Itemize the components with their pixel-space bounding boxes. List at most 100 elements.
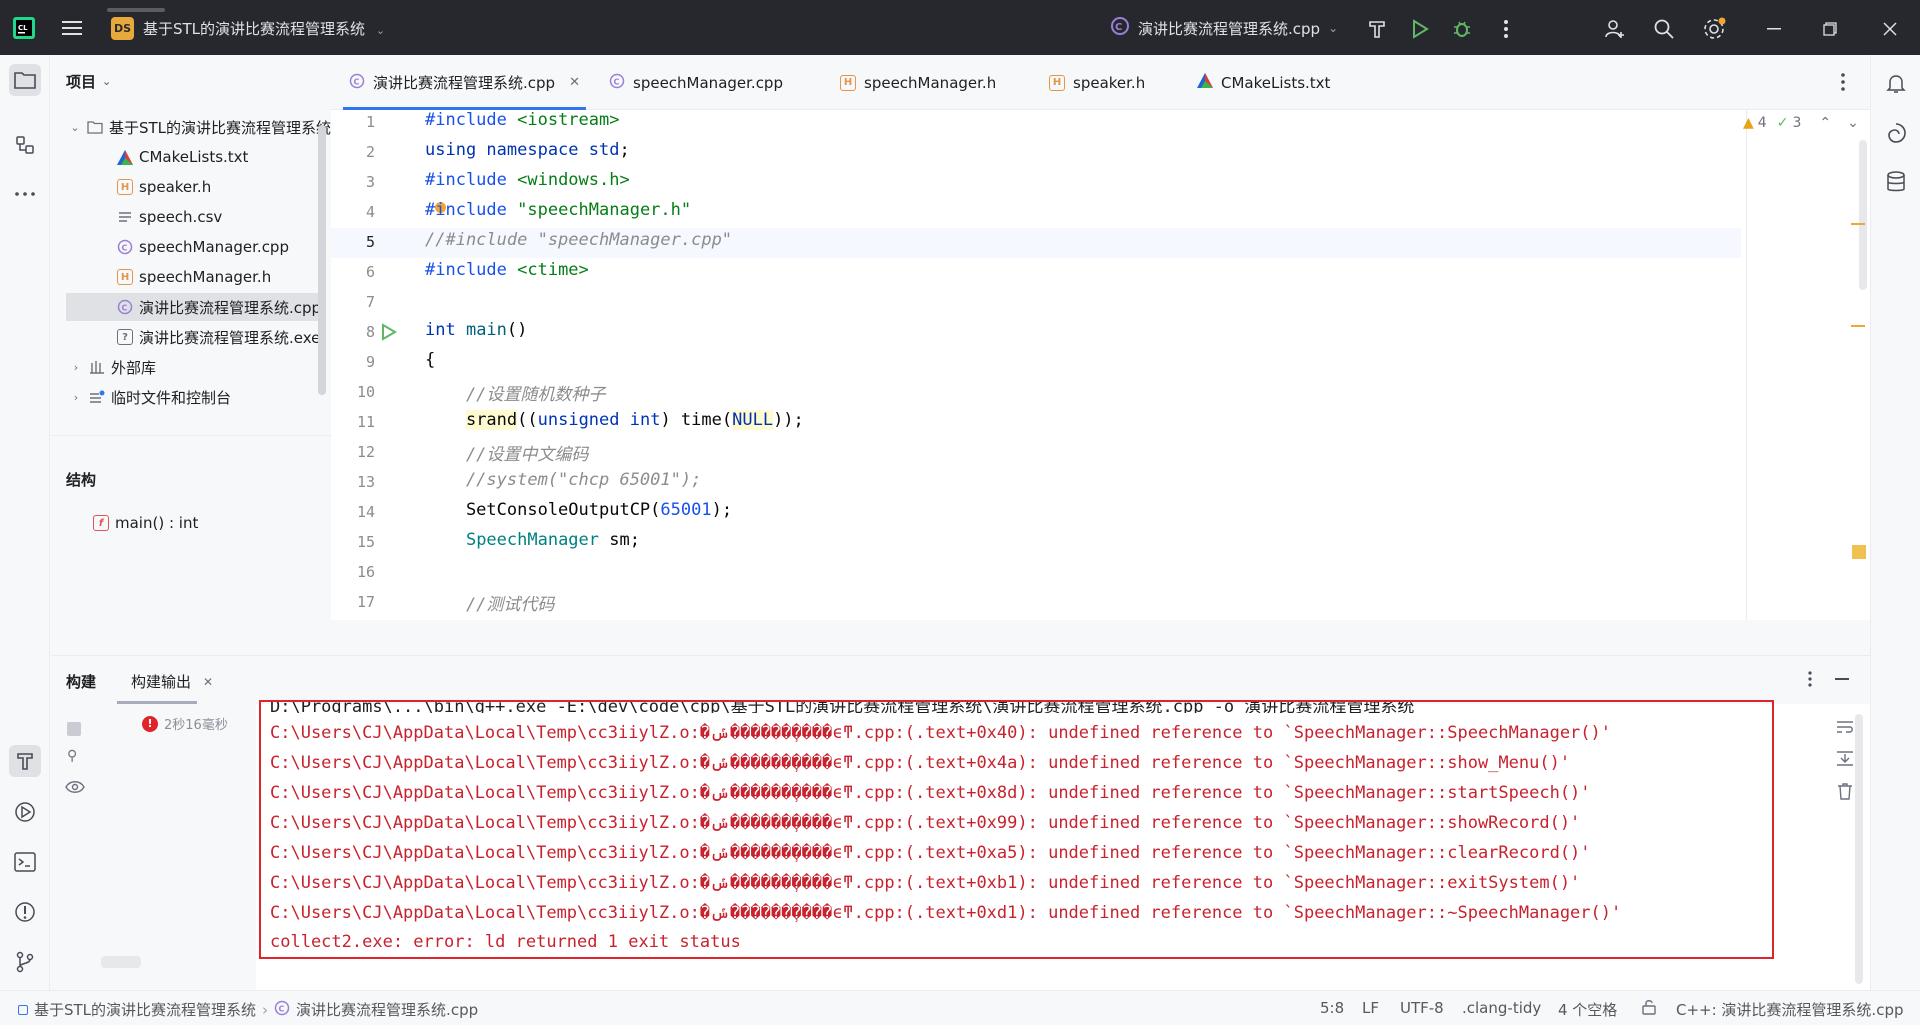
caret-position[interactable]: 5:8 xyxy=(1320,999,1344,1017)
run-gutter-icon[interactable] xyxy=(381,323,397,345)
run-config-selector[interactable]: C 演讲比赛流程管理系统.cpp ⌄ xyxy=(1110,16,1338,40)
project-name: 基于STL的演讲比赛流程管理系统 xyxy=(143,20,366,38)
debug-icon[interactable] xyxy=(1450,17,1474,41)
project-scrollbar[interactable] xyxy=(318,125,326,395)
tree-external-libraries[interactable]: › 外部库 xyxy=(69,353,331,381)
stop-icon[interactable] xyxy=(67,722,81,736)
inspection-widget[interactable]: ▲ 4 ✓ 3 ⌃ ⌄ xyxy=(1743,115,1859,131)
tab-speaker-h[interactable]: H speaker.h xyxy=(1049,55,1145,110)
code-line: #include <windows.h> xyxy=(425,170,630,190)
tab-main-cpp[interactable]: C 演讲比赛流程管理系统.cpp ✕ xyxy=(343,55,586,110)
code-token: SpeechManager xyxy=(465,530,600,550)
tree-file-cmakelists[interactable]: CMakeLists.txt xyxy=(117,143,331,171)
build-options-icon[interactable] xyxy=(1808,671,1812,691)
line-number: 11 xyxy=(356,413,375,431)
header-file-icon: H xyxy=(117,179,133,195)
cmake-icon xyxy=(117,149,133,165)
search-icon[interactable] xyxy=(1652,17,1676,41)
tree-file-speechmanager-cpp[interactable]: C speechManager.cpp xyxy=(117,233,331,261)
svg-text:C: C xyxy=(354,77,360,86)
soft-wrap-icon[interactable] xyxy=(1836,720,1854,738)
tab-speechmanager-h[interactable]: H speechManager.h xyxy=(840,55,996,110)
tree-file-speechmanager-h[interactable]: H speechManager.h xyxy=(117,263,331,291)
code-token: srand xyxy=(465,410,518,430)
lock-icon[interactable] xyxy=(1642,999,1656,1015)
close-window-icon[interactable] xyxy=(1878,17,1902,41)
file-encoding[interactable]: UTF-8 xyxy=(1400,999,1444,1017)
console-error-line: C:\Users\CJ\AppData\Local\Temp\cc3iiylZ.… xyxy=(270,723,1612,743)
editor-scrollbar[interactable] xyxy=(1859,140,1867,290)
line-separator[interactable]: LF xyxy=(1362,999,1379,1017)
warning-stripe[interactable] xyxy=(1851,223,1865,225)
tree-scrollbar[interactable] xyxy=(101,956,141,968)
clion-logo-icon[interactable]: CL xyxy=(12,16,36,40)
chevron-up-icon[interactable]: ⌃ xyxy=(1819,115,1831,131)
tab-build-output[interactable]: 构建输出 ✕ xyxy=(131,671,213,692)
tree-root-folder[interactable]: ⌄ 基于STL的演讲比赛流程管理系统 xyxy=(69,113,331,141)
add-user-icon[interactable] xyxy=(1603,17,1627,41)
minimize-icon[interactable] xyxy=(1762,17,1786,41)
tree-file-speech-csv[interactable]: speech.csv xyxy=(117,203,331,231)
close-tab-icon[interactable]: ✕ xyxy=(569,75,580,90)
tree-scratches[interactable]: › 临时文件和控制台 xyxy=(69,383,331,411)
notifications-icon[interactable] xyxy=(1880,68,1912,100)
cpp-file-icon: C xyxy=(117,239,133,255)
project-panel-header[interactable]: 项目 ⌄ xyxy=(66,71,111,92)
structure-panel-title: 结构 xyxy=(66,471,97,489)
breadcrumb-project[interactable]: 基于STL的演讲比赛流程管理系统 xyxy=(34,999,256,1020)
build-tool-title[interactable]: 构建 xyxy=(66,671,96,692)
problems-tool-icon[interactable] xyxy=(9,896,41,928)
build-hammer-icon[interactable] xyxy=(1365,17,1389,41)
chevron-down-icon[interactable]: ⌄ xyxy=(1847,115,1859,131)
close-tab-icon[interactable]: ✕ xyxy=(203,675,213,689)
function-icon: f xyxy=(93,515,109,531)
main-menu-icon[interactable] xyxy=(60,16,84,40)
tree-file-main-cpp[interactable]: C 演讲比赛流程管理系统.cpp xyxy=(66,293,321,321)
more-actions-icon[interactable] xyxy=(1494,17,1518,41)
structure-item-main[interactable]: f main() : int xyxy=(93,509,198,537)
ai-assistant-icon[interactable] xyxy=(1880,117,1912,149)
restore-icon[interactable] xyxy=(1818,17,1842,41)
tree-file-speaker-h[interactable]: H speaker.h xyxy=(117,173,331,201)
terminal-tool-icon[interactable] xyxy=(9,846,41,878)
chevron-down-icon: ⌄ xyxy=(375,24,386,37)
code-line: #include <ctime> xyxy=(425,260,589,280)
settings-gear-icon[interactable] xyxy=(1701,16,1727,42)
console-scrollbar[interactable] xyxy=(1855,714,1863,984)
language-context[interactable]: C++: 演讲比赛流程管理系统.cpp xyxy=(1676,999,1904,1020)
tab-speechmanager-cpp[interactable]: C speechManager.cpp xyxy=(609,55,783,110)
cmake-icon xyxy=(1197,73,1213,92)
structure-tool-icon[interactable] xyxy=(9,129,41,161)
linter-status[interactable]: .clang-tidy xyxy=(1462,999,1541,1017)
project-selector[interactable]: 基于STL的演讲比赛流程管理系统 ⌄ xyxy=(143,18,385,39)
git-tool-icon[interactable] xyxy=(9,946,41,978)
line-number: 2 xyxy=(365,143,375,161)
tab-cmakelists[interactable]: CMakeLists.txt xyxy=(1197,55,1330,110)
more-tools-icon[interactable] xyxy=(9,178,41,210)
scroll-to-end-icon[interactable] xyxy=(1836,750,1854,770)
database-icon[interactable] xyxy=(1880,166,1912,198)
indent-setting[interactable]: 4 个空格 xyxy=(1558,999,1617,1020)
tab-options-icon[interactable] xyxy=(1841,73,1845,95)
code-token: //测试代码 xyxy=(425,595,555,615)
project-tool-icon[interactable] xyxy=(9,64,41,96)
code-token: ) time( xyxy=(660,410,733,430)
warning-stripe[interactable] xyxy=(1852,545,1866,559)
code-token: main xyxy=(455,320,507,340)
tree-file-main-exe[interactable]: ? 演讲比赛流程管理系统.exe xyxy=(117,323,331,351)
hide-panel-icon[interactable] xyxy=(1835,678,1849,680)
code-editor[interactable]: 1 2 3 4 5 6 7 8 9 10 11 12 13 14 15 16 1… xyxy=(331,110,1870,620)
weak-warning-icon: ✓ xyxy=(1776,115,1789,131)
run-icon[interactable] xyxy=(1408,17,1432,41)
console-error-line: C:\Users\CJ\AppData\Local\Temp\cc3iiylZ.… xyxy=(270,903,1622,923)
clear-trash-icon[interactable] xyxy=(1837,783,1853,804)
build-tool-icon[interactable] xyxy=(9,745,41,777)
warning-stripe[interactable] xyxy=(1851,325,1865,327)
pin-icon[interactable]: ⚲ xyxy=(67,748,77,764)
tree-file-label: speechManager.h xyxy=(139,268,272,286)
breadcrumb-file[interactable]: 演讲比赛流程管理系统.cpp xyxy=(296,999,478,1020)
build-result-row[interactable]: ! 2秒16毫秒 xyxy=(142,714,228,733)
eye-icon[interactable] xyxy=(65,780,85,798)
services-tool-icon[interactable] xyxy=(9,796,41,828)
